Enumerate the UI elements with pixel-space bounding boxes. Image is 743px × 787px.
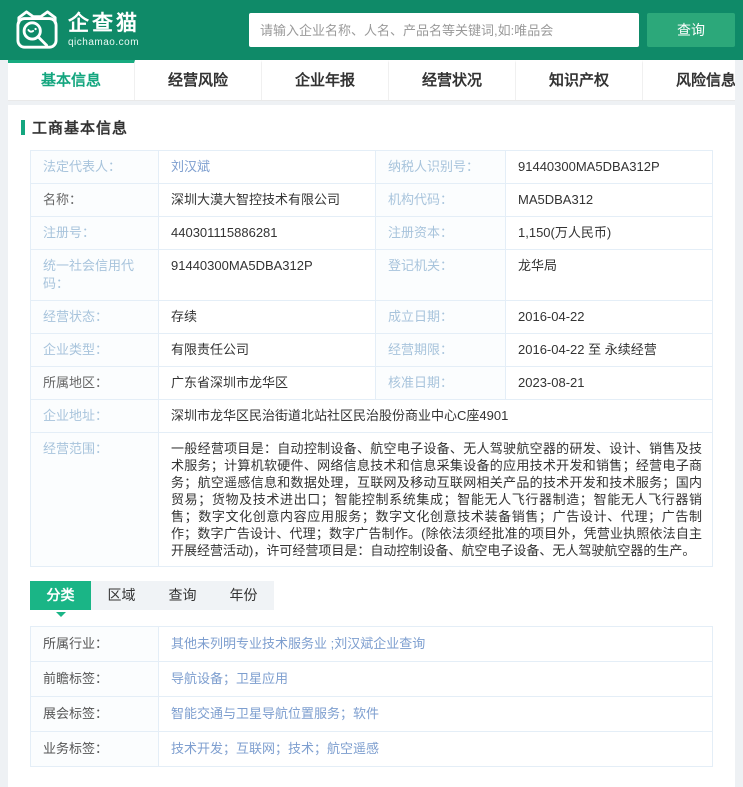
row-label: 企业类型： [30,333,159,367]
row-value: 440301115886281 [158,216,376,250]
row-value: 深圳大漠大智控技术有限公司 [158,183,376,217]
row-value-link[interactable]: 刘汉斌 [158,150,376,184]
tag-links[interactable]: 导航设备；卫星应用 [158,661,713,697]
row-value: 91440300MA5DBA312P [158,249,376,301]
search-bar: 查询 [249,13,735,47]
row-value: 龙华局 [505,249,713,301]
tags-table: 所属行业： 其他未列明专业技术服务业 ;刘汉斌企业查询 前瞻标签： 导航设备；卫星应用… [30,626,713,767]
row-label: 经营范围： [30,432,159,567]
tag-links[interactable]: 其他未列明专业技术服务业 ;刘汉斌企业查询 [158,626,713,662]
row-label: 法定代表人： [30,150,159,184]
subtab[interactable]: 年份 [213,581,274,610]
table-row: 名称： 深圳大漠大智控技术有限公司 机构代码： MA5DBA312 [30,183,713,217]
row-label: 纳税人识别号： [375,150,506,184]
subtab[interactable]: 区域 [91,581,152,610]
brand-name: 企查猫 [68,11,140,35]
tag-links[interactable]: 智能交通与卫星导航位置服务；软件 [158,696,713,732]
row-value: 2023-08-21 [505,366,713,400]
row-label: 统一社会信用代码： [30,249,159,301]
table-row: 企业类型： 有限责任公司 经营期限： 2016-04-22 至 永续经营 [30,333,713,367]
row-label: 核准日期： [375,366,506,400]
header: 企查猫 qichamao.com 查询 [0,0,743,60]
section-accent-bar [21,120,25,135]
row-label: 展会标签： [30,696,159,732]
row-label: 名称： [30,183,159,217]
section-title: 工商基本信息 [21,117,713,138]
table-row: 所属行业： 其他未列明专业技术服务业 ;刘汉斌企业查询 [30,626,713,662]
nav-tab[interactable]: 风险信息 [643,60,735,100]
row-value: 2016-04-22 至 永续经营 [505,333,713,367]
table-row: 前瞻标签： 导航设备；卫星应用 [30,661,713,697]
row-value: 有限责任公司 [158,333,376,367]
row-value: 1,150(万人民币) [505,216,713,250]
row-label: 业务标签： [30,731,159,767]
cat-magnifier-icon [14,9,60,51]
content-card: 工商基本信息 法定代表人： 刘汉斌 纳税人识别号： 91440300MA5DBA312… [8,105,735,787]
brand-logo[interactable]: 企查猫 qichamao.com [14,9,140,51]
row-label: 所属行业： [30,626,159,662]
row-value: 2016-04-22 [505,300,713,334]
row-label: 注册号： [30,216,159,250]
filter-subtabs: 分类 区域 查询 年份 [30,581,274,617]
nav-tab[interactable]: 知识产权 [516,60,643,100]
brand-domain: qichamao.com [68,36,140,48]
subtab[interactable]: 分类 [30,581,91,617]
nav-tab[interactable]: 基本信息 [8,60,135,100]
nav-tab[interactable]: 经营状况 [389,60,516,100]
table-row: 经营范围： 一般经营项目是：自动控制设备、航空电子设备、无人驾驶航空器的研发、设计… [30,432,713,567]
table-row: 经营状态： 存续 成立日期： 2016-04-22 [30,300,713,334]
row-value: 深圳市龙华区民治街道北站社区民治股份商业中心C座4901 [158,399,713,433]
row-label: 经营状态： [30,300,159,334]
row-value: 存续 [158,300,376,334]
row-label: 登记机关： [375,249,506,301]
row-label: 企业地址： [30,399,159,433]
row-value: MA5DBA312 [505,183,713,217]
tag-links[interactable]: 技术开发；互联网；技术；航空遥感 [158,731,713,767]
search-button[interactable]: 查询 [647,13,735,47]
table-row: 注册号： 440301115886281 注册资本： 1,150(万人民币) [30,216,713,250]
business-info-table: 法定代表人： 刘汉斌 纳税人识别号： 91440300MA5DBA312P 名称： 深圳大… [30,150,713,567]
table-row: 法定代表人： 刘汉斌 纳税人识别号： 91440300MA5DBA312P [30,150,713,184]
row-label: 前瞻标签： [30,661,159,697]
table-row: 所属地区： 广东省深圳市龙华区 核准日期： 2023-08-21 [30,366,713,400]
table-row: 展会标签： 智能交通与卫星导航位置服务；软件 [30,696,713,732]
row-label: 机构代码： [375,183,506,217]
row-label: 成立日期： [375,300,506,334]
section-title-text: 工商基本信息 [32,120,129,137]
row-label: 注册资本： [375,216,506,250]
nav-tab[interactable]: 经营风险 [135,60,262,100]
nav-tabs: 基本信息 经营风险 企业年报 经营状况 知识产权 风险信息 [8,60,735,101]
nav-tab[interactable]: 企业年报 [262,60,389,100]
table-row: 业务标签： 技术开发；互联网；技术；航空遥感 [30,731,713,767]
row-label: 经营期限： [375,333,506,367]
row-value: 一般经营项目是：自动控制设备、航空电子设备、无人驾驶航空器的研发、设计、销售及技… [158,432,713,567]
row-value: 91440300MA5DBA312P [505,150,713,184]
subtab[interactable]: 查询 [152,581,213,610]
table-row: 统一社会信用代码： 91440300MA5DBA312P 登记机关： 龙华局 [30,249,713,301]
row-label: 所属地区： [30,366,159,400]
row-value: 广东省深圳市龙华区 [158,366,376,400]
table-row: 企业地址： 深圳市龙华区民治街道北站社区民治股份商业中心C座4901 [30,399,713,433]
search-input[interactable] [249,13,639,47]
